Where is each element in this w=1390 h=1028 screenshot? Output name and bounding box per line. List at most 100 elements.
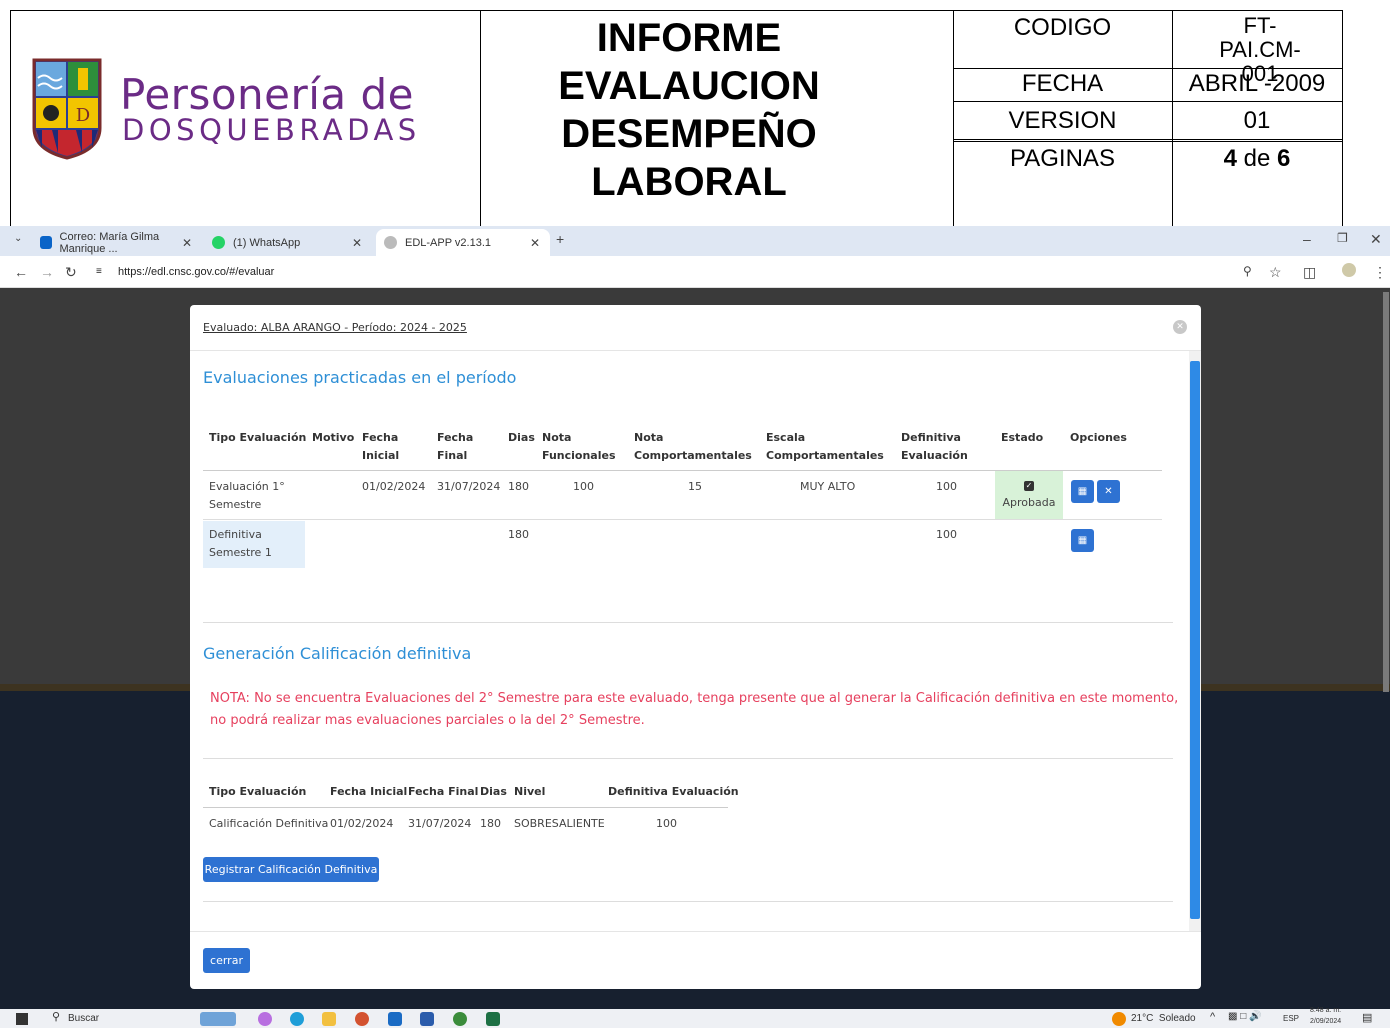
modal-header: Evaluado: ALBA ARANGO - Período: 2024 - … bbox=[190, 305, 1201, 351]
logo-name-line1: Personería de bbox=[120, 70, 414, 119]
tray-chevron-icon[interactable]: ^ bbox=[1210, 1011, 1215, 1023]
th-fecha-inicial: Fecha Inicial bbox=[362, 431, 400, 462]
chrome-icon[interactable] bbox=[453, 1012, 467, 1026]
windows-start-icon[interactable] bbox=[16, 1013, 28, 1025]
windows-taskbar: ⚲ Buscar 21°C Soleado ^ ▩ □ 🔊 ESP 8:48 a… bbox=[0, 1007, 1390, 1028]
page-scrollbar[interactable] bbox=[1383, 292, 1389, 692]
file-explorer-icon[interactable] bbox=[322, 1012, 336, 1026]
browser-tab-bar: ⌄ Correo: María Gilma Manrique ... ✕ (1)… bbox=[0, 226, 1390, 256]
minimize-icon[interactable]: – bbox=[1303, 231, 1311, 247]
close-icon[interactable]: ✕ bbox=[182, 236, 192, 250]
copilot-icon[interactable] bbox=[258, 1012, 272, 1026]
forward-icon[interactable]: → bbox=[40, 264, 54, 280]
meta-value-paginas: 4 de 6 bbox=[1223, 145, 1291, 172]
tab-search-icon[interactable]: ⌄ bbox=[14, 233, 22, 244]
close-icon[interactable]: ✕ bbox=[1173, 320, 1187, 334]
th-nota-funcionales: Nota Funcionales bbox=[542, 431, 616, 462]
mail-icon[interactable] bbox=[388, 1012, 402, 1026]
meta-label-version: VERSION bbox=[1008, 107, 1117, 134]
cell-fecha-final: 31/07/2024 bbox=[408, 817, 472, 830]
cell-fecha-inicial: 01/02/2024 bbox=[330, 817, 394, 830]
whatsapp-icon bbox=[212, 236, 225, 249]
th-definitiva-evaluacion: Definitiva Evaluación bbox=[901, 431, 968, 462]
back-icon[interactable]: ← bbox=[14, 264, 28, 280]
tab-outlook[interactable]: Correo: María Gilma Manrique ... ✕ bbox=[32, 229, 202, 256]
th-fecha-final: Fecha Final bbox=[408, 785, 479, 798]
bookmark-star-icon[interactable]: ☆ bbox=[1269, 264, 1282, 281]
th-fecha-inicial: Fecha Inicial bbox=[330, 785, 408, 798]
cell-definitiva: 100 bbox=[936, 528, 957, 541]
excel-icon[interactable] bbox=[486, 1012, 500, 1026]
clock-date[interactable]: 2/09/2024 bbox=[1310, 1018, 1341, 1025]
logo-name-line2: DOSQUEBRADAS bbox=[122, 113, 421, 147]
modal-title[interactable]: Evaluado: ALBA ARANGO - Período: 2024 - … bbox=[203, 321, 467, 334]
tab-whatsapp[interactable]: (1) WhatsApp ✕ bbox=[204, 229, 372, 256]
reload-icon[interactable]: ↻ bbox=[65, 264, 77, 281]
section-title-evaluaciones: Evaluaciones practicadas en el período bbox=[203, 368, 517, 387]
register-calificacion-button[interactable]: Registrar Calificación Definitiva bbox=[203, 857, 379, 882]
close-window-icon[interactable]: ✕ bbox=[1370, 231, 1382, 248]
edl-app-icon bbox=[384, 236, 397, 249]
taskbar-search[interactable]: Buscar bbox=[68, 1013, 99, 1024]
language-indicator[interactable]: ESP bbox=[1283, 1014, 1299, 1023]
site-info-icon[interactable]: ≡ bbox=[96, 260, 102, 284]
meta-value-fecha: ABRIL -2009 bbox=[1188, 70, 1326, 97]
close-modal-button[interactable]: cerrar bbox=[203, 948, 250, 973]
weather-text[interactable]: 21°C Soleado bbox=[1131, 1013, 1196, 1024]
powerpoint-icon[interactable] bbox=[355, 1012, 369, 1026]
delete-button[interactable]: ✕ bbox=[1097, 480, 1120, 503]
extensions-icon[interactable]: ◫ bbox=[1303, 264, 1316, 281]
cell-nota-comportamentales: 15 bbox=[688, 480, 702, 493]
section-title-calificacion: Generación Calificación definitiva bbox=[203, 644, 472, 663]
edge-icon[interactable] bbox=[290, 1012, 304, 1026]
th-fecha-final: Fecha Final bbox=[437, 431, 474, 462]
cell-tipo: Evaluación 1° Semestre bbox=[209, 480, 285, 511]
cell-dias: 180 bbox=[508, 528, 529, 541]
word-icon[interactable] bbox=[420, 1012, 434, 1026]
close-icon[interactable]: ✕ bbox=[530, 236, 540, 250]
th-tipo-evaluacion: Tipo Evaluación bbox=[209, 785, 307, 798]
profile-avatar[interactable] bbox=[1342, 263, 1356, 277]
svg-text:D: D bbox=[76, 105, 90, 126]
restore-icon[interactable]: ❐ bbox=[1337, 231, 1348, 245]
th-definitiva-evaluacion: Definitiva Evaluación bbox=[608, 785, 739, 798]
th-estado: Estado bbox=[1001, 431, 1044, 444]
search-icon[interactable]: ⚲ bbox=[52, 1010, 60, 1023]
cell-escala: MUY ALTO bbox=[800, 480, 856, 493]
row-divider bbox=[203, 519, 1162, 520]
section-divider bbox=[203, 758, 1173, 759]
pdf-report-button[interactable]: ▦ bbox=[1071, 480, 1094, 503]
notifications-icon[interactable]: ▤ bbox=[1362, 1011, 1372, 1024]
th-nivel: Nivel bbox=[514, 785, 546, 798]
new-tab-icon[interactable]: + bbox=[556, 231, 564, 247]
modal-footer: cerrar bbox=[190, 931, 1201, 989]
meta-label-paginas: PAGINAS bbox=[1010, 145, 1115, 172]
tab-label: (1) WhatsApp bbox=[233, 236, 301, 249]
cell-definitiva: 100 bbox=[936, 480, 957, 493]
close-icon[interactable]: ✕ bbox=[352, 236, 362, 250]
widgets-icon[interactable] bbox=[200, 1012, 236, 1026]
tab-label: EDL-APP v2.13.1 bbox=[405, 236, 492, 249]
cell-nota-funcionales: 100 bbox=[573, 480, 594, 493]
pdf-report-button[interactable]: ▦ bbox=[1071, 529, 1094, 552]
outlook-icon bbox=[40, 236, 52, 249]
cell-dias: 180 bbox=[508, 480, 529, 493]
meta-label-fecha: FECHA bbox=[1021, 70, 1104, 97]
address-bar[interactable]: ≡ https://edl.cnsc.gov.co/#/evaluar bbox=[88, 260, 1248, 284]
tray-icons[interactable]: ▩ □ 🔊 bbox=[1228, 1011, 1262, 1022]
cell-tipo: Calificación Definitiva bbox=[209, 817, 329, 830]
clock-time[interactable]: 8:48 a. m. bbox=[1310, 1007, 1341, 1014]
tab-label: Correo: María Gilma Manrique ... bbox=[59, 230, 160, 255]
password-key-icon[interactable]: ⚲ bbox=[1243, 264, 1252, 278]
modal-scrollbar[interactable] bbox=[1189, 351, 1201, 931]
cell-fecha-final: 31/07/2024 bbox=[437, 480, 501, 493]
menu-dots-icon[interactable]: ⋮ bbox=[1373, 264, 1387, 281]
meta-value-version: 01 bbox=[1243, 107, 1271, 134]
document-title: INFORME EVALAUCION DESEMPEÑO LABORAL bbox=[558, 16, 820, 204]
status-badge: ✓ Aprobada bbox=[995, 471, 1063, 519]
scrollbar-thumb[interactable] bbox=[1190, 361, 1200, 919]
cell-dias: 180 bbox=[480, 817, 501, 830]
tab-edl-app[interactable]: EDL-APP v2.13.1 ✕ bbox=[376, 229, 550, 256]
th-dias: Dias bbox=[480, 785, 507, 798]
weather-sun-icon[interactable] bbox=[1112, 1012, 1126, 1026]
